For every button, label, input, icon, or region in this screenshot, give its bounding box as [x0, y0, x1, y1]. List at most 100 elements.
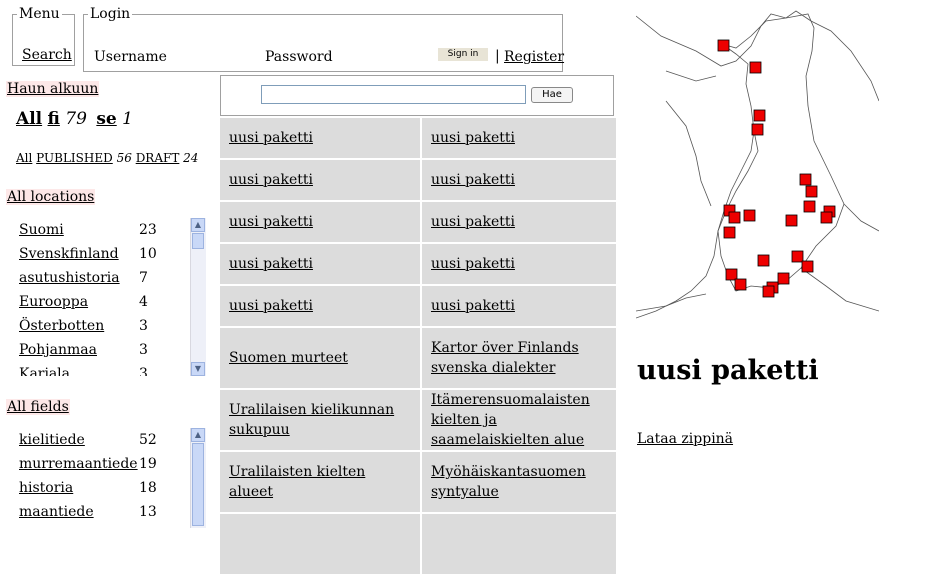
- fields-scrollbar[interactable]: ▲: [190, 428, 206, 528]
- result-cell: [422, 514, 616, 574]
- language-count: 79: [65, 109, 87, 129]
- result-link[interactable]: Uralilaisen kielikunnan sukupuu: [229, 400, 411, 440]
- result-cell: uusi paketti: [422, 286, 616, 326]
- search-link[interactable]: Search: [22, 47, 72, 63]
- result-cell: uusi paketti: [220, 202, 420, 242]
- all-fields-link[interactable]: All fields: [6, 399, 70, 415]
- language-filter-All[interactable]: All: [16, 109, 42, 129]
- facet-count: 13: [139, 504, 157, 520]
- location-marker: [801, 260, 814, 273]
- result-link[interactable]: Uralilaisten kielten alueet: [229, 462, 411, 502]
- location-marker: [728, 211, 741, 224]
- location-marker: [717, 39, 730, 52]
- result-link[interactable]: uusi paketti: [431, 254, 515, 274]
- facet-link[interactable]: asutushistoria: [19, 270, 120, 286]
- location-marker: [803, 200, 816, 213]
- result-cell: uusi paketti: [422, 244, 616, 284]
- result-link[interactable]: Itämerensuomalaisten kielten ja saamelai…: [431, 390, 607, 450]
- result-link[interactable]: uusi paketti: [229, 296, 313, 316]
- login-legend: Login: [90, 6, 131, 22]
- list-item: Suomi 23: [19, 218, 189, 242]
- list-item: asutushistoria 7: [19, 266, 189, 290]
- location-markers: [717, 39, 836, 298]
- list-item: historia 18: [19, 476, 189, 500]
- status-filter-all[interactable]: All: [16, 151, 32, 165]
- locations-list: Suomi 23 Svenskfinland 10 asutushistoria 7 Eur…: [19, 218, 189, 376]
- finland-map[interactable]: [636, 6, 879, 321]
- result-link[interactable]: Myöhäiskantasuomen syntyalue: [431, 462, 607, 502]
- language-filter: All fi 79 se 1: [16, 109, 137, 129]
- location-marker: [734, 278, 747, 291]
- facet-count: 19: [139, 456, 157, 472]
- username-label: Username: [94, 49, 167, 65]
- status-filter-draft[interactable]: DRAFT: [136, 151, 180, 165]
- language-filter-fi[interactable]: fi: [48, 109, 60, 129]
- menu-box: Menu Search: [12, 6, 75, 66]
- result-link[interactable]: Kartor över Finlands svenska dialekter: [431, 338, 607, 378]
- location-marker: [785, 214, 798, 227]
- location-marker: [757, 254, 770, 267]
- result-link[interactable]: uusi paketti: [431, 128, 515, 148]
- download-zip-link[interactable]: Lataa zippinä: [637, 431, 733, 447]
- result-cell: uusi paketti: [220, 286, 420, 326]
- result-link[interactable]: uusi paketti: [229, 128, 313, 148]
- search-button[interactable]: Hae: [531, 87, 573, 103]
- status-filter: All PUBLISHED 56 DRAFT 24: [16, 151, 198, 165]
- list-item: maantiede 13: [19, 500, 189, 524]
- result-cell: Suomen murteet: [220, 328, 420, 388]
- result-cell: uusi paketti: [422, 118, 616, 158]
- result-link[interactable]: uusi paketti: [229, 254, 313, 274]
- facet-link[interactable]: kielitiede: [19, 432, 85, 448]
- result-cell: uusi paketti: [422, 202, 616, 242]
- location-marker: [799, 173, 812, 186]
- facet-link[interactable]: murremaantiede: [19, 456, 138, 472]
- facet-link[interactable]: Pohjanmaa: [19, 342, 97, 358]
- result-cell: Itämerensuomalaisten kielten ja saamelai…: [422, 390, 616, 450]
- sign-in-button[interactable]: Sign in: [438, 48, 488, 61]
- result-cell: [220, 514, 420, 574]
- location-marker: [753, 109, 766, 122]
- locations-scrollbar[interactable]: ▲ ▼: [190, 218, 206, 376]
- result-cell: uusi paketti: [220, 160, 420, 200]
- result-cell: Uralilaisten kielten alueet: [220, 452, 420, 512]
- facet-link[interactable]: Suomi: [19, 222, 64, 238]
- list-item: kielitiede 52: [19, 428, 189, 452]
- status-filter-published[interactable]: PUBLISHED: [36, 151, 113, 165]
- location-marker: [751, 123, 764, 136]
- list-item: murremaantiede 19: [19, 452, 189, 476]
- list-item: Svenskfinland 10: [19, 242, 189, 266]
- result-link[interactable]: uusi paketti: [229, 212, 313, 232]
- scroll-thumb[interactable]: [192, 443, 204, 526]
- facet-link[interactable]: Svenskfinland: [19, 246, 119, 262]
- register-link[interactable]: Register: [504, 49, 564, 65]
- facet-count: 18: [139, 480, 157, 496]
- scroll-thumb[interactable]: [192, 233, 204, 249]
- fields-list: kielitiede 52 murremaantiede 19 historia 18 ma…: [19, 428, 189, 528]
- result-link[interactable]: Suomen murteet: [229, 348, 348, 368]
- result-cell: uusi paketti: [220, 118, 420, 158]
- result-cell: uusi paketti: [422, 160, 616, 200]
- menu-legend: Menu: [19, 6, 60, 22]
- facet-link[interactable]: historia: [19, 480, 73, 496]
- search-input[interactable]: [261, 85, 526, 104]
- result-link[interactable]: uusi paketti: [431, 170, 515, 190]
- result-link[interactable]: uusi paketti: [431, 296, 515, 316]
- list-item: Eurooppa 4: [19, 290, 189, 314]
- result-link[interactable]: uusi paketti: [229, 170, 313, 190]
- result-cell: Kartor över Finlands svenska dialekter: [422, 328, 616, 388]
- all-locations-link[interactable]: All locations: [6, 189, 96, 205]
- language-filter-se[interactable]: se: [96, 109, 116, 129]
- facet-link[interactable]: Eurooppa: [19, 294, 88, 310]
- location-marker: [777, 272, 790, 285]
- facet-link[interactable]: Karjala: [19, 366, 70, 376]
- scroll-up-icon[interactable]: ▲: [191, 218, 205, 232]
- facet-count: 7: [139, 270, 148, 286]
- facet-link[interactable]: maantiede: [19, 504, 94, 520]
- facet-link[interactable]: Österbotten: [19, 318, 104, 334]
- result-link[interactable]: uusi paketti: [431, 212, 515, 232]
- scroll-up-icon[interactable]: ▲: [191, 428, 205, 442]
- scroll-down-icon[interactable]: ▼: [191, 362, 205, 376]
- result-cell: Myöhäiskantasuomen syntyalue: [422, 452, 616, 512]
- status-count: 56: [116, 151, 132, 165]
- reset-search-link[interactable]: Haun alkuun: [6, 81, 100, 97]
